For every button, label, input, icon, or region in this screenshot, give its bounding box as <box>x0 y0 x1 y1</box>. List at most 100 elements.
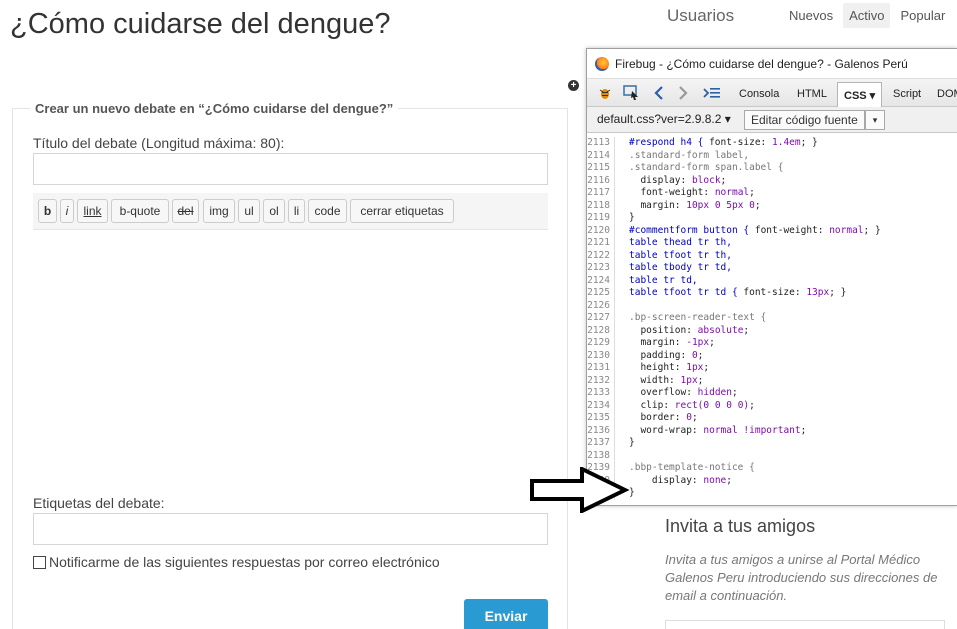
line-number: 2135 <box>587 412 615 425</box>
code-text: .standard-form span.label { <box>629 162 784 173</box>
topic-tags-input[interactable] <box>33 513 548 545</box>
code-line: 2141} <box>587 487 957 500</box>
li-button[interactable]: li <box>288 199 305 223</box>
line-number: 2120 <box>587 224 615 237</box>
link-button[interactable]: link <box>77 199 108 223</box>
notify-label: Notificarme de las siguientes respuestas… <box>49 554 440 570</box>
topic-title-label: Título del debate (Longitud máxima: 80): <box>33 135 285 151</box>
command-line-icon[interactable] <box>703 83 721 103</box>
code-text: overflow: hidden; <box>640 387 738 398</box>
code-text: table tbody tr td, <box>629 262 732 273</box>
code-line: 2128 position: absolute; <box>587 324 957 337</box>
inspect-element-icon[interactable] <box>623 83 641 103</box>
line-number: 2132 <box>587 374 615 387</box>
code-line: 2125 table tfoot tr td { font-size: 13px;… <box>587 287 957 300</box>
tab-activo[interactable]: Activo <box>843 3 891 28</box>
tab-popular[interactable]: Popular <box>894 3 951 28</box>
line-number: 2116 <box>587 174 615 187</box>
code-text: padding: 0; <box>640 349 704 361</box>
users-section-title: Usuarios <box>667 6 735 25</box>
back-arrow-icon[interactable] <box>653 83 665 103</box>
firebug-window-title: Firebug - ¿Cómo cuidarse del dengue? - G… <box>615 56 908 71</box>
form-legend: Crear un nuevo debate en “¿Cómo cuidarse… <box>30 101 399 116</box>
pointer-arrow-icon <box>530 467 630 513</box>
line-number: 2124 <box>587 274 615 287</box>
invite-email-input[interactable] <box>665 620 945 629</box>
submit-button[interactable]: Enviar <box>464 599 548 629</box>
tab-consola[interactable]: Consola <box>739 84 779 104</box>
code-line: 2139 .bbp-template-notice { <box>587 462 957 475</box>
forward-arrow-icon[interactable] <box>677 83 689 103</box>
code-text: table tr td, <box>629 274 698 286</box>
firebug-window: Firebug - ¿Cómo cuidarse del dengue? - G… <box>586 48 957 506</box>
code-line: 2116 display: block; <box>587 174 957 187</box>
code-text: margin: -1px; <box>640 337 715 348</box>
line-number: 2113 <box>587 137 615 150</box>
close-tags-button[interactable]: cerrar etiquetas <box>350 199 454 223</box>
edit-source-button[interactable]: Editar código fuente <box>744 110 865 130</box>
code-text: table tfoot tr td { font-size: 13px; } <box>629 287 847 298</box>
line-number: 2114 <box>587 149 615 162</box>
line-number: 2119 <box>587 212 615 225</box>
topic-tags-label: Etiquetas del debate: <box>33 495 165 511</box>
code-line: 2117 font-weight: normal; <box>587 187 957 200</box>
firebug-css-subbar: default.css?ver=2.9.8.2 ▾ Editar código … <box>587 107 957 133</box>
code-line: 2131 height: 1px; <box>587 362 957 375</box>
users-tabs: Nuevos Activo Popular <box>783 3 951 28</box>
tab-script[interactable]: Script <box>893 84 921 104</box>
code-text: word-wrap: normal !important; <box>640 424 807 436</box>
firefox-logo-icon <box>595 56 609 71</box>
code-line: 2135 border: 0; <box>587 412 957 425</box>
del-button[interactable]: del <box>172 199 199 223</box>
code-line: 2127 .bp-screen-reader-text { <box>587 312 957 325</box>
code-line: 2121 table thead tr th, <box>587 237 957 250</box>
new-topic-form <box>12 108 568 629</box>
topic-title-input[interactable] <box>33 153 548 185</box>
line-number: 2125 <box>587 287 615 300</box>
ol-button[interactable]: ol <box>263 199 285 223</box>
expand-plus-icon[interactable]: + <box>568 80 579 91</box>
tab-html[interactable]: HTML <box>797 84 827 104</box>
line-number: 2131 <box>587 362 615 375</box>
code-line: 2126 <box>587 299 957 312</box>
tab-nuevos[interactable]: Nuevos <box>783 3 839 28</box>
code-line: 2133 overflow: hidden; <box>587 387 957 400</box>
line-number: 2134 <box>587 399 615 412</box>
edit-source-dropdown[interactable]: ▾ <box>865 110 885 130</box>
firebug-bug-icon[interactable] <box>597 83 613 103</box>
line-number: 2117 <box>587 187 615 200</box>
code-line: 2136 word-wrap: normal !important; <box>587 424 957 437</box>
tab-dom[interactable]: DOM <box>937 84 957 104</box>
code-text: table thead tr th, <box>629 237 732 248</box>
code-line: 2113 #respond h4 { font-size: 1.4em; } <box>587 137 957 150</box>
code-line: 2134 clip: rect(0 0 0 0); <box>587 399 957 412</box>
blockquote-button[interactable]: b-quote <box>111 199 169 223</box>
bold-button[interactable]: b <box>38 199 57 223</box>
line-number: 2115 <box>587 162 615 175</box>
code-text: font-weight: normal; <box>640 187 755 198</box>
editor-toolbar: b i link b-quote del img ul ol li code c… <box>33 193 548 230</box>
code-line: 2118 margin: 10px 0 5px 0; <box>587 199 957 212</box>
code-line: 2132 width: 1px; <box>587 374 957 387</box>
code-line: 2115 .standard-form span.label { <box>587 162 957 175</box>
line-number: 2129 <box>587 337 615 350</box>
code-text: #respond h4 { font-size: 1.4em; } <box>629 137 818 148</box>
code-text: table tfoot tr th, <box>629 249 732 261</box>
invite-text: Invita a tus amigos a unirse al Portal M… <box>665 552 938 603</box>
code-text: height: 1px; <box>640 362 710 373</box>
css-source-editor[interactable]: 2113 #respond h4 { font-size: 1.4em; } 211… <box>587 137 957 505</box>
firebug-titlebar: Firebug - ¿Cómo cuidarse del dengue? - G… <box>587 49 957 79</box>
italic-button[interactable]: i <box>60 199 74 223</box>
line-number: 2121 <box>587 237 615 250</box>
notify-checkbox[interactable] <box>33 555 46 569</box>
tab-css[interactable]: CSS ▾ <box>837 82 883 107</box>
img-button[interactable]: img <box>203 199 235 223</box>
code-button[interactable]: code <box>308 199 347 223</box>
code-line: 2137} <box>587 437 957 450</box>
code-line: 2120 #commentform button { font-weight: n… <box>587 224 957 237</box>
line-number: 2133 <box>587 387 615 400</box>
code-line: 2122 table tfoot tr th, <box>587 249 957 262</box>
ul-button[interactable]: ul <box>238 199 260 223</box>
line-number: 2123 <box>587 262 615 275</box>
stylesheet-select[interactable]: default.css?ver=2.9.8.2 ▾ <box>597 112 731 126</box>
